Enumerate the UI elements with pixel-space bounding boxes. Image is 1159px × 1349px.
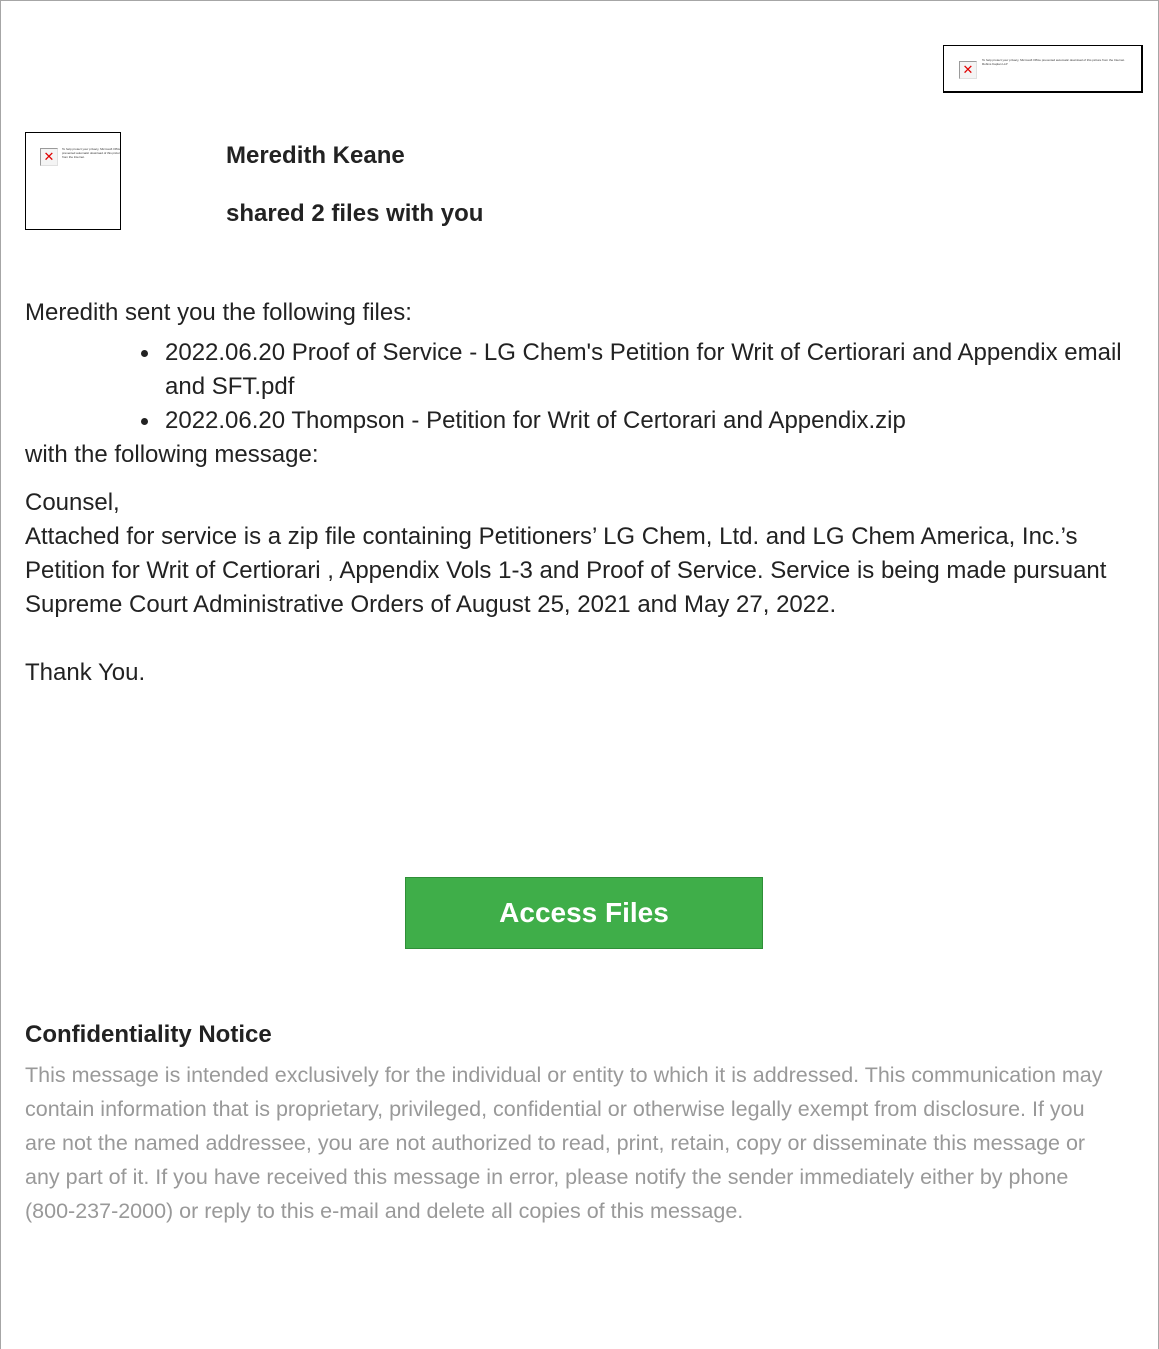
broken-image-icon: ✕ xyxy=(40,148,58,166)
file-list: 2022.06.20 Proof of Service - LG Chem's … xyxy=(25,336,1135,438)
broken-image-icon: ✕ xyxy=(959,61,977,79)
file-name: 2022.06.20 Thompson - Petition for Writ … xyxy=(165,407,906,434)
confidentiality-title: Confidentiality Notice xyxy=(25,1021,272,1048)
file-name: 2022.06.20 Proof of Service - LG Chem's … xyxy=(165,339,1122,400)
message-content: Meredith sent you the following files: 2… xyxy=(25,296,1135,690)
logo-image-placeholder: ✕ To help protect your privacy, Microsof… xyxy=(943,45,1143,93)
bullet-icon xyxy=(141,418,148,425)
list-item: 2022.06.20 Proof of Service - LG Chem's … xyxy=(25,336,1135,404)
avatar-image-placeholder: ✕ To help protect your privacy, Microsof… xyxy=(25,132,121,230)
access-files-button[interactable]: Access Files xyxy=(405,877,763,949)
signoff: Thank You. xyxy=(25,659,146,686)
intro-text: Meredith sent you the following files: xyxy=(25,299,412,326)
avatar-alt-text: To help protect your privacy, Microsoft … xyxy=(62,147,121,159)
message-body: Attached for service is a zip file conta… xyxy=(25,523,1107,618)
sender-name: Meredith Keane xyxy=(226,142,405,169)
message-label: with the following message: xyxy=(25,441,319,468)
salutation: Counsel, xyxy=(25,489,120,516)
logo-alt-text: To help protect your privacy, Microsoft … xyxy=(982,58,1125,66)
bullet-icon xyxy=(141,350,148,357)
list-item: 2022.06.20 Thompson - Petition for Writ … xyxy=(25,404,1135,438)
confidentiality-body: This message is intended exclusively for… xyxy=(25,1063,1103,1223)
shared-files-heading: shared 2 files with you xyxy=(226,200,484,227)
